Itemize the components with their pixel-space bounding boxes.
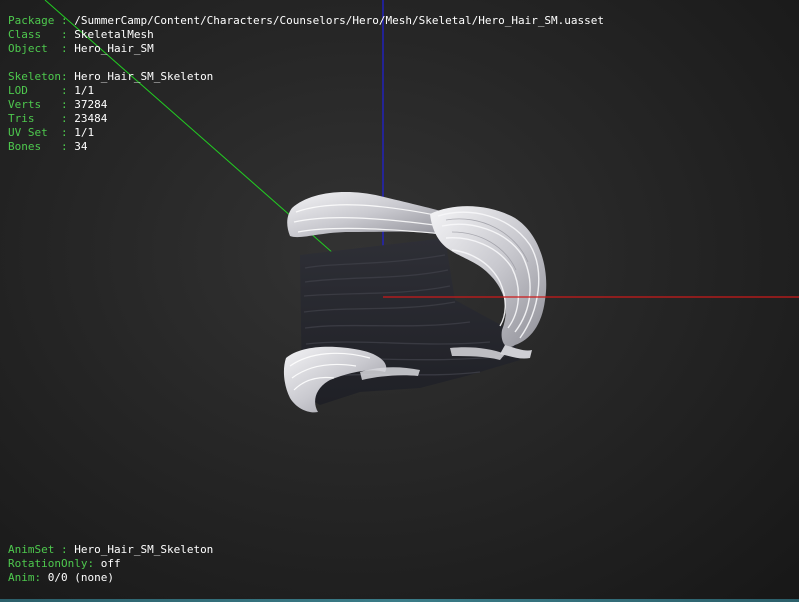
info-separator: : <box>87 557 101 570</box>
info-row: RotationOnly: off <box>8 557 213 571</box>
info-value: SkeletalMesh <box>74 28 154 41</box>
info-row: Skeleton: Hero_Hair_SM_Skeleton <box>8 70 604 84</box>
info-label: Tris <box>8 112 61 125</box>
info-label: RotationOnly <box>8 557 88 570</box>
hair-mesh <box>283 192 547 413</box>
info-separator: : <box>60 70 75 83</box>
info-separator: : <box>60 98 75 111</box>
info-value: 1/1 <box>74 84 95 97</box>
info-label: Anim <box>8 571 35 584</box>
info-value: 37284 <box>74 98 108 111</box>
viewport-3d[interactable]: Package : /SummerCamp/Content/Characters… <box>0 0 799 602</box>
info-label: Object <box>8 42 61 55</box>
info-value: Hero_Hair_SM_Skeleton <box>74 543 214 556</box>
info-row: Bones : 34 <box>8 140 604 154</box>
info-separator: : <box>60 140 75 153</box>
info-label: Verts <box>8 98 61 111</box>
info-label: LOD <box>8 84 61 97</box>
animation-info-panel: AnimSet : Hero_Hair_SM_Skeleton RotationO… <box>8 543 213 585</box>
info-value: off <box>100 557 121 570</box>
info-value: 34 <box>74 140 88 153</box>
info-row: UV Set : 1/1 <box>8 126 604 140</box>
info-row: Tris : 23484 <box>8 112 604 126</box>
asset-info-panel: Package : /SummerCamp/Content/Characters… <box>8 14 604 154</box>
info-label: Skeleton <box>8 70 61 83</box>
info-separator: : <box>60 126 75 139</box>
info-separator: : <box>60 543 75 556</box>
info-label: UV Set <box>8 126 61 139</box>
info-row: AnimSet : Hero_Hair_SM_Skeleton <box>8 543 213 557</box>
info-separator: : <box>60 42 75 55</box>
info-value: Hero_Hair_SM <box>74 42 154 55</box>
info-separator: : <box>60 14 75 27</box>
info-row: Package : /SummerCamp/Content/Characters… <box>8 14 604 28</box>
info-row: Verts : 37284 <box>8 98 604 112</box>
info-label: Class <box>8 28 61 41</box>
info-row: LOD : 1/1 <box>8 84 604 98</box>
info-separator: : <box>60 84 75 97</box>
info-separator: : <box>34 571 48 584</box>
info-row <box>8 56 604 70</box>
info-separator: : <box>60 28 75 41</box>
info-row: Anim: 0/0 (none) <box>8 571 213 585</box>
info-separator: : <box>60 112 75 125</box>
info-value: 23484 <box>74 112 108 125</box>
info-row: Class : SkeletalMesh <box>8 28 604 42</box>
info-label: AnimSet <box>8 543 61 556</box>
info-label: Package <box>8 14 61 27</box>
info-value: Hero_Hair_SM_Skeleton <box>74 70 214 83</box>
info-value: 0/0 (none) <box>47 571 114 584</box>
info-value: 1/1 <box>74 126 95 139</box>
info-row: Object : Hero_Hair_SM <box>8 42 604 56</box>
info-label: Bones <box>8 140 61 153</box>
info-value: /SummerCamp/Content/Characters/Counselor… <box>74 14 605 27</box>
